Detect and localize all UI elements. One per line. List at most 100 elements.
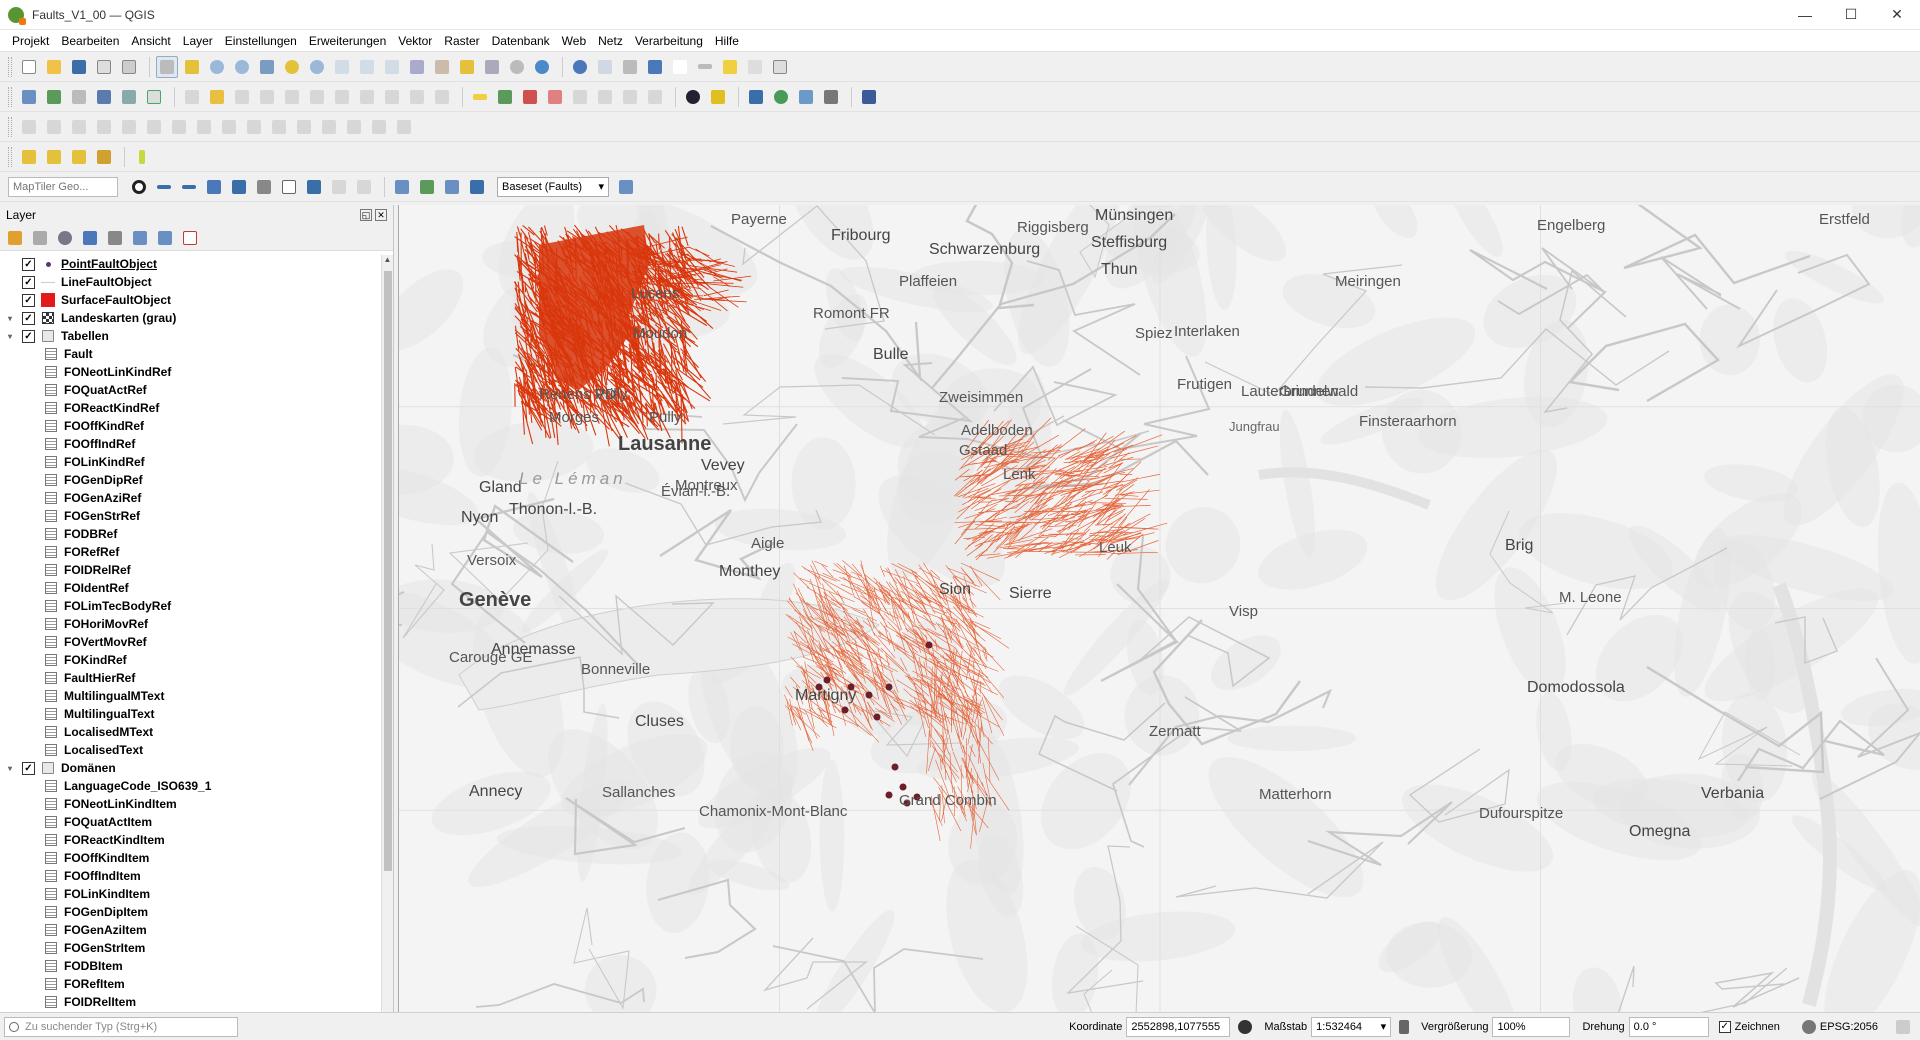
toolbar-handle[interactable] [8, 116, 12, 137]
zoom-layer-icon[interactable] [306, 56, 328, 78]
pan-to-selection-icon[interactable] [181, 56, 203, 78]
current-edits-icon[interactable] [181, 86, 203, 108]
menu-web[interactable]: Web [556, 34, 592, 48]
zoom-last-icon[interactable] [356, 56, 378, 78]
zoom-next-icon[interactable] [381, 56, 403, 78]
menu-hilfe[interactable]: Hilfe [709, 34, 745, 48]
deselect-all-icon[interactable] [68, 146, 90, 168]
layer-item[interactable]: FOGenStrRef [0, 507, 380, 525]
crs-label[interactable]: EPSG:2056 [1820, 1021, 1878, 1033]
reshape-icon[interactable] [43, 116, 65, 138]
layer-item[interactable]: FOVertMovRef [0, 633, 380, 651]
menu-ansicht[interactable]: Ansicht [125, 34, 176, 48]
scale-combo[interactable]: 1:532464 ▾ [1311, 1016, 1392, 1037]
data-source-manager-icon[interactable] [18, 86, 40, 108]
expand-all-icon[interactable] [129, 227, 151, 249]
new-temp-layer-icon[interactable] [143, 86, 165, 108]
split-features-icon[interactable] [293, 116, 315, 138]
layer-item[interactable]: FOKindRef [0, 651, 380, 669]
layer-styling-icon[interactable] [4, 227, 26, 249]
locator-icon[interactable] [131, 146, 153, 168]
delete-ring-icon[interactable] [218, 116, 240, 138]
text-annotation-icon[interactable] [769, 56, 791, 78]
zoom-out-icon[interactable] [231, 56, 253, 78]
reverse-line-icon[interactable] [328, 176, 350, 198]
advanced-digitizing-icon[interactable] [18, 116, 40, 138]
layer-item[interactable]: FOIdentRef [0, 579, 380, 597]
layer-item[interactable]: ✓ PointFaultObject [0, 255, 380, 273]
label-diagram-icon[interactable] [644, 86, 666, 108]
identify-icon[interactable] [569, 56, 591, 78]
layer-item[interactable]: FOGenDipItem [0, 903, 380, 921]
warning-icon[interactable] [707, 86, 729, 108]
geometry-checker-icon[interactable] [303, 176, 325, 198]
fill-ring-icon[interactable] [193, 116, 215, 138]
label-pin-icon[interactable] [494, 86, 516, 108]
zoom-native-icon[interactable] [331, 56, 353, 78]
menu-raster[interactable]: Raster [438, 34, 485, 48]
layer-item[interactable]: ✓ LineFaultObject [0, 273, 380, 291]
add-part-icon[interactable] [168, 116, 190, 138]
baseset-combo[interactable]: Baseset (Faults) ▾ [497, 176, 609, 197]
layer-item[interactable]: FOOffKindItem [0, 849, 380, 867]
refresh-icon[interactable] [531, 56, 553, 78]
toolbar-handle[interactable] [8, 146, 12, 167]
menu-datenbank[interactable]: Datenbank [486, 34, 556, 48]
render-checkbox[interactable]: ✓ [1718, 1020, 1731, 1033]
layer-item[interactable]: ▾ ✓ Landeskarten (grau) [0, 309, 380, 327]
lock-scale-icon[interactable] [1399, 1019, 1410, 1034]
layer-item[interactable]: FOIDRelItem [0, 993, 380, 1011]
manage-map-themes-icon[interactable] [54, 227, 76, 249]
undo-icon[interactable] [406, 86, 428, 108]
python-console-icon[interactable] [745, 86, 767, 108]
coordinate-field[interactable]: 2552898,1077555 [1126, 1016, 1231, 1037]
zoom-selection-icon[interactable] [281, 56, 303, 78]
redo-icon[interactable] [431, 86, 453, 108]
new-project-icon[interactable] [18, 56, 40, 78]
new-map-view-icon[interactable] [406, 56, 428, 78]
menu-netz[interactable]: Netz [592, 34, 629, 48]
sync-dataset-icon[interactable] [615, 176, 637, 198]
export-data-icon[interactable] [441, 176, 463, 198]
digitize-icon[interactable] [93, 86, 115, 108]
toggle-extents-icon[interactable] [1238, 1019, 1253, 1034]
layer-visibility-checkbox[interactable]: ✓ [22, 293, 35, 307]
filter-expression-icon[interactable] [104, 227, 126, 249]
layer-item[interactable]: FOReactKindRef [0, 399, 380, 417]
layer-item[interactable]: FODBRef [0, 525, 380, 543]
save-project-icon[interactable] [68, 56, 90, 78]
layer-item[interactable]: MultilingualMText [0, 687, 380, 705]
add-group-icon[interactable] [29, 227, 51, 249]
help-book-icon[interactable] [858, 86, 880, 108]
select-features-icon[interactable] [18, 146, 40, 168]
rotation-field[interactable]: 0.0 ° [1628, 1016, 1709, 1037]
label-rotate-icon[interactable] [594, 86, 616, 108]
processing-toolbox-icon[interactable] [644, 56, 666, 78]
merge-features-icon[interactable] [343, 116, 365, 138]
topology-edit-icon[interactable] [228, 176, 250, 198]
layer-item[interactable]: ✓ SurfaceFaultObject [0, 291, 380, 309]
expand-arrow-icon[interactable]: ▾ [8, 332, 18, 341]
toggle-editing-icon[interactable] [206, 86, 228, 108]
messages-icon[interactable] [1896, 1019, 1910, 1034]
trace-tool-icon[interactable] [153, 176, 175, 198]
close-panel-icon[interactable]: ✕ [375, 209, 387, 221]
show-bookmarks-icon[interactable] [481, 56, 503, 78]
menu-projekt[interactable]: Projekt [6, 34, 55, 48]
minimize-button[interactable]: — [1782, 0, 1828, 30]
open-project-icon[interactable] [43, 56, 65, 78]
layer-tree-scrollbar[interactable]: ▲ [381, 255, 393, 1012]
layer-visibility-checkbox[interactable]: ✓ [22, 257, 35, 271]
layer-item[interactable]: FaultHierRef [0, 669, 380, 687]
layer-visibility-checkbox[interactable]: ✓ [22, 761, 35, 775]
dataset-manager-icon[interactable] [466, 176, 488, 198]
layout-manager-icon[interactable] [118, 56, 140, 78]
map-tips-icon[interactable] [719, 56, 741, 78]
maptiler-search-input[interactable] [8, 176, 118, 197]
simplify-icon[interactable] [118, 116, 140, 138]
zoom-full-icon[interactable] [256, 56, 278, 78]
layer-item[interactable]: MultilingualText [0, 705, 380, 723]
temporal-controller-icon[interactable] [506, 56, 528, 78]
move-feature-icon[interactable] [68, 116, 90, 138]
menu-vektor[interactable]: Vektor [392, 34, 438, 48]
